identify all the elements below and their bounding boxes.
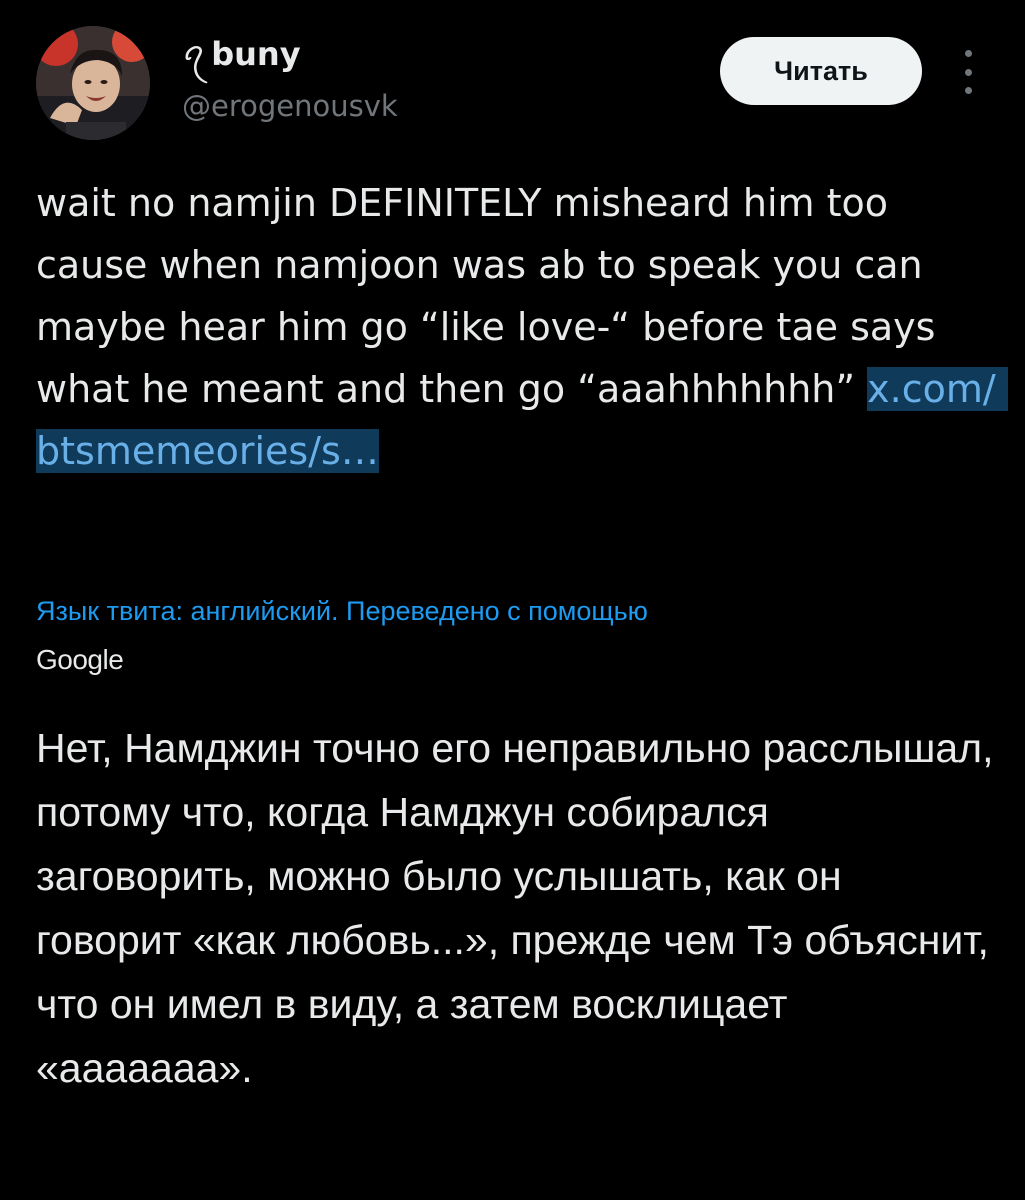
follow-button[interactable]: Читать xyxy=(720,37,922,105)
tweet-body: wait no namjin DEFINITELY misheard him t… xyxy=(36,181,948,411)
dot xyxy=(964,68,972,76)
tweet-text: wait no namjin DEFINITELY misheard him t… xyxy=(36,172,1008,482)
translated-text: Нет, Намджин точно его неправильно рассл… xyxy=(36,725,994,1091)
user-handle[interactable]: @erogenousvk xyxy=(182,92,398,121)
avatar-photo-icon xyxy=(36,26,150,140)
avatar[interactable] xyxy=(36,26,150,140)
display-name-row[interactable]: ꪖ buny xyxy=(182,38,301,70)
more-options-icon[interactable] xyxy=(950,50,986,94)
translation-provider: Google xyxy=(36,644,124,675)
tweet: ꪖ buny @erogenousvk Читать wait no namji… xyxy=(0,0,1025,1200)
display-name[interactable]: buny xyxy=(211,38,300,70)
dot xyxy=(964,50,972,57)
translation-note[interactable]: Язык твита: английский. Переведено с пом… xyxy=(36,594,976,628)
name-glyph: ꪖ xyxy=(182,36,206,71)
dot xyxy=(964,87,972,94)
